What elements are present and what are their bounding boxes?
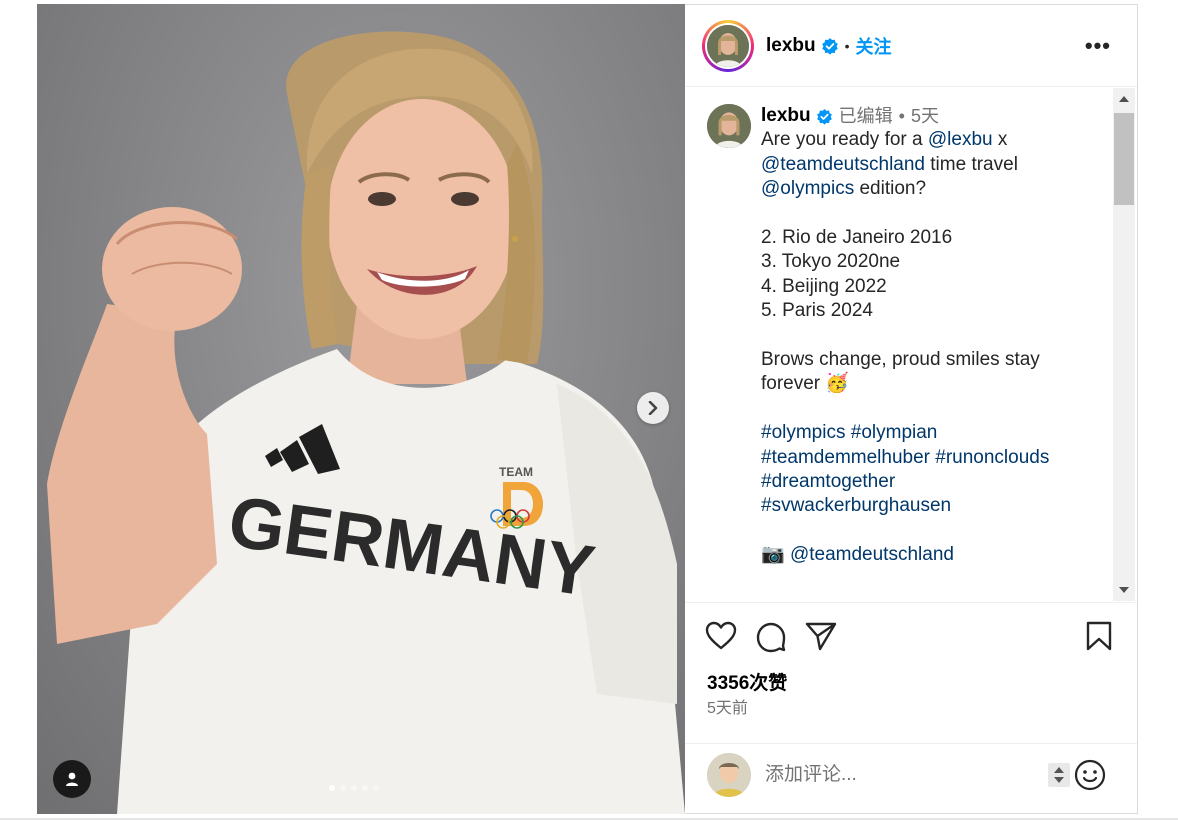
post-username[interactable]: lexbu	[766, 35, 816, 57]
share-button[interactable]	[805, 621, 837, 658]
carousel-dot	[351, 785, 357, 791]
list-item: 2. Rio de Janeiro 2016	[761, 227, 953, 249]
spinner-down-icon[interactable]	[1054, 777, 1064, 783]
next-slide-button[interactable]	[637, 392, 669, 424]
carousel-indicator	[329, 785, 379, 791]
comment-icon	[756, 622, 786, 653]
verified-badge-icon	[821, 37, 839, 55]
more-options-button[interactable]: •••	[1085, 33, 1111, 59]
mention-link[interactable]: @teamdeutschland	[761, 154, 925, 175]
carousel-dot	[373, 785, 379, 791]
current-user-avatar	[707, 753, 751, 797]
caption-text-x: x	[992, 129, 1008, 151]
caption-forever: forever	[761, 373, 821, 395]
hashtag-link[interactable]: #teamdemmelhuber	[761, 447, 930, 468]
post-age[interactable]: 5天前	[707, 694, 748, 718]
hashtag-link[interactable]: #runonclouds	[935, 447, 1049, 468]
chevron-right-icon	[648, 401, 658, 415]
send-icon	[805, 622, 837, 651]
post-photo[interactable]: TEAM GERMANY	[37, 4, 685, 814]
separator-dot: •	[898, 106, 905, 126]
caption-intro: Are you ready for a	[761, 129, 928, 151]
caption-text-time-travel: time travel	[925, 153, 1018, 175]
hashtag-link[interactable]: #dreamtogether	[761, 471, 895, 492]
carousel-dot	[329, 785, 335, 791]
person-icon	[66, 772, 78, 786]
verified-badge-icon	[816, 108, 833, 125]
mention-link[interactable]: @olympics	[761, 178, 854, 199]
carousel-dot	[362, 785, 368, 791]
hashtag-link[interactable]: #olympics	[761, 422, 845, 443]
separator-dot: •	[844, 37, 850, 54]
list-item: 4. Beijing 2022	[761, 275, 887, 297]
caption-username[interactable]: lexbu	[761, 104, 811, 128]
caption-time[interactable]: 5天	[911, 104, 939, 128]
comment-input[interactable]	[765, 761, 1035, 789]
mention-link[interactable]: @lexbu	[928, 129, 993, 150]
hashtag-link[interactable]: #svwackerburghausen	[761, 495, 951, 516]
avatar-story-ring[interactable]	[702, 19, 754, 72]
scroll-down-arrow-icon[interactable]	[1119, 587, 1129, 593]
save-button[interactable]	[1085, 621, 1113, 656]
hashtag-link[interactable]: #olympian	[851, 422, 938, 443]
comment-button[interactable]	[755, 621, 787, 658]
caption-text-edition: edition?	[854, 178, 927, 200]
avatar	[707, 24, 749, 67]
bookmark-icon	[1086, 621, 1112, 651]
smiley-icon	[1074, 759, 1106, 791]
athlete-photo: TEAM GERMANY	[47, 31, 685, 814]
list-item: 5. Paris 2024	[761, 300, 873, 322]
heart-icon	[705, 621, 737, 650]
camera-emoji: 📷	[761, 544, 785, 566]
tagged-users-button[interactable]	[53, 760, 91, 798]
caption-scroll-area[interactable]: lexbu 已编辑 • 5天 Are you ready for a @lexb…	[685, 88, 1137, 601]
caption-avatar[interactable]	[707, 104, 751, 148]
scrollbar-thumb[interactable]	[1114, 113, 1134, 205]
post-header: lexbu • 关注 •••	[685, 5, 1137, 87]
caption-text: lexbu 已编辑 • 5天 Are you ready for a @lexb…	[761, 104, 1101, 568]
spinner-up-icon[interactable]	[1054, 767, 1064, 773]
likes-count[interactable]: 3356次赞	[707, 668, 787, 695]
caption-brows-line: Brows change, proud smiles stay	[761, 349, 1040, 371]
post-actions: 3356次赞 5天前	[685, 602, 1137, 814]
input-spinner[interactable]	[1048, 763, 1070, 787]
post-side-panel: lexbu • 关注 ••• lexbu 已编辑 • 5天 Are you re…	[685, 4, 1138, 814]
like-button[interactable]	[705, 621, 737, 658]
team-text: TEAM	[499, 465, 533, 479]
emoji-button[interactable]	[1073, 758, 1107, 797]
edited-label: 已编辑	[838, 106, 893, 126]
list-item: 3. Tokyo 2020ne	[761, 251, 901, 273]
carousel-dot	[340, 785, 346, 791]
follow-button[interactable]: 关注	[856, 33, 892, 59]
party-emoji: 🥳	[825, 373, 850, 395]
caption-scrollbar[interactable]	[1113, 88, 1135, 601]
scroll-up-arrow-icon[interactable]	[1119, 96, 1129, 102]
photo-credit-link[interactable]: @teamdeutschland	[790, 544, 954, 565]
